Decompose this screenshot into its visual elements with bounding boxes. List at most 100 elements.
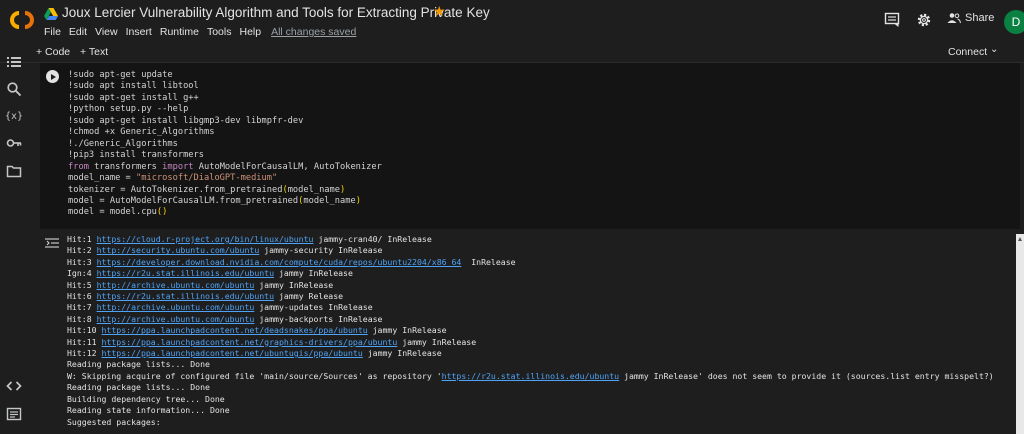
output-text: jammy-backports InRelease bbox=[254, 313, 383, 324]
code-line: from transformers import AutoModelForCau… bbox=[68, 161, 382, 172]
code-line: model = AutoModelForCausalLM.from_pretra… bbox=[68, 195, 361, 206]
output-line: Hit:10 https://ppa.launchpadcontent.net/… bbox=[67, 325, 994, 336]
terminal-icon[interactable] bbox=[6, 406, 22, 422]
output-line: Hit:1 https://cloud.r-project.org/bin/li… bbox=[67, 234, 994, 245]
output-line: Hit:8 http://archive.ubuntu.com/ubuntu j… bbox=[67, 314, 994, 325]
code-line: !sudo apt-get update bbox=[68, 70, 173, 80]
search-icon[interactable] bbox=[6, 81, 22, 97]
output-text: Hit:10 bbox=[67, 325, 102, 336]
menu-bar: File Edit View Insert Runtime Tools Help… bbox=[44, 26, 364, 38]
scroll-up-icon[interactable] bbox=[1018, 237, 1022, 241]
run-cell-button[interactable] bbox=[46, 70, 59, 83]
code-line: !./Generic_Algorithms bbox=[68, 138, 178, 149]
connect-button[interactable]: Connect bbox=[948, 46, 987, 58]
saved-status[interactable]: All changes saved bbox=[271, 26, 356, 38]
output-line: Reading package lists... Done bbox=[67, 359, 994, 370]
output-line: Hit:2 http://security.ubuntu.com/ubuntu … bbox=[67, 245, 994, 256]
share-button[interactable]: Share bbox=[947, 12, 994, 24]
output-text: jammy InRelease bbox=[397, 336, 477, 347]
secrets-key-icon[interactable] bbox=[6, 135, 22, 151]
output-text: jammy-cran40/ InRelease bbox=[313, 234, 432, 244]
menu-file[interactable]: File bbox=[44, 26, 61, 38]
drive-icon[interactable] bbox=[44, 8, 58, 20]
output-line: Hit:3 https://developer.download.nvidia.… bbox=[67, 257, 994, 268]
output-text: Reading state information... Done bbox=[67, 405, 230, 416]
cell-output: Hit:1 https://cloud.r-project.org/bin/li… bbox=[67, 234, 994, 428]
output-text: Hit:5 bbox=[67, 279, 97, 290]
output-actions-icon[interactable] bbox=[45, 238, 59, 248]
code-snippets-icon[interactable] bbox=[6, 378, 22, 394]
notebook-title[interactable]: Joux Lercier Vulnerability Algorithm and… bbox=[62, 5, 490, 20]
output-line: Building dependency tree... Done bbox=[67, 394, 994, 405]
output-line: Suggested packages: bbox=[67, 417, 994, 428]
output-link[interactable]: https://r2u.stat.illinois.edu/ubuntu bbox=[442, 371, 619, 381]
code-line: !python setup.py --help bbox=[68, 104, 189, 115]
output-line: W: Skipping acquire of configured file '… bbox=[67, 371, 994, 382]
output-text: W: Skipping acquire of configured file '… bbox=[67, 370, 442, 381]
gear-icon[interactable] bbox=[916, 12, 932, 28]
code-line: tokenizer = AutoTokenizer.from_pretraine… bbox=[68, 184, 346, 195]
folder-icon[interactable] bbox=[6, 163, 22, 179]
code-line: !sudo apt-get install g++ bbox=[68, 92, 199, 103]
output-link[interactable]: https://r2u.stat.illinois.edu/ubuntu bbox=[97, 291, 274, 301]
output-scrollbar[interactable] bbox=[1016, 234, 1024, 434]
output-link[interactable]: https://ppa.launchpadcontent.net/graphic… bbox=[102, 337, 398, 347]
code-editor[interactable]: !sudo apt-get update !sudo apt install li… bbox=[68, 70, 382, 219]
output-text: jammy-updates InRelease bbox=[254, 302, 373, 313]
colab-logo-icon[interactable] bbox=[8, 9, 36, 31]
output-line: Reading state information... Done bbox=[67, 405, 994, 416]
output-text: Ign:4 bbox=[67, 268, 97, 279]
output-text: Hit:6 bbox=[67, 291, 97, 302]
left-sidebar: {x} bbox=[0, 42, 28, 434]
output-line: Reading package lists... Done bbox=[67, 382, 994, 393]
add-text-button[interactable]: + Text bbox=[80, 46, 108, 58]
output-line: Hit:5 http://archive.ubuntu.com/ubuntu j… bbox=[67, 280, 994, 291]
output-line: Hit:6 https://r2u.stat.illinois.edu/ubun… bbox=[67, 291, 994, 302]
output-text: jammy InRelease' does not seem to provid… bbox=[619, 370, 994, 381]
output-text: Hit:1 bbox=[67, 234, 97, 244]
code-line: !chmod +x Generic_Algorithms bbox=[68, 127, 215, 138]
output-link[interactable]: http://archive.ubuntu.com/ubuntu bbox=[97, 302, 255, 312]
avatar[interactable]: D bbox=[1004, 10, 1024, 34]
add-code-button[interactable]: + Code bbox=[36, 46, 70, 58]
menu-runtime[interactable]: Runtime bbox=[160, 26, 199, 38]
code-line: !sudo apt-get install libgmp3-dev libmpf… bbox=[68, 115, 304, 126]
output-link[interactable]: https://ppa.launchpadcontent.net/deadsna… bbox=[102, 325, 368, 335]
output-link[interactable]: http://security.ubuntu.com/ubuntu bbox=[97, 245, 260, 255]
menu-insert[interactable]: Insert bbox=[126, 26, 152, 38]
output-link[interactable]: http://archive.ubuntu.com/ubuntu bbox=[97, 280, 255, 290]
notebook-toolbar: + Code + Text Connect ⌄ bbox=[0, 42, 1024, 63]
menu-tools[interactable]: Tools bbox=[207, 26, 232, 38]
code-line: !sudo apt install libtool bbox=[68, 81, 199, 92]
chevron-down-icon[interactable]: ⌄ bbox=[990, 44, 998, 55]
output-text: Hit:3 bbox=[67, 256, 97, 267]
output-text: jammy InRelease bbox=[367, 325, 447, 336]
code-line: model = model.cpu() bbox=[68, 207, 168, 218]
comment-icon[interactable] bbox=[884, 12, 900, 28]
people-icon bbox=[947, 13, 961, 24]
output-text: Hit:11 bbox=[67, 336, 102, 347]
share-label: Share bbox=[965, 12, 995, 24]
output-link[interactable]: https://cloud.r-project.org/bin/linux/ub… bbox=[97, 234, 314, 244]
output-text: jammy-security InRelease bbox=[259, 245, 383, 256]
output-link[interactable]: https://ppa.launchpadcontent.net/ubuntug… bbox=[102, 348, 363, 358]
output-text: jammy Release bbox=[274, 291, 344, 302]
star-icon[interactable]: ★ bbox=[433, 3, 446, 20]
output-text: jammy InRelease bbox=[274, 268, 353, 279]
output-text: Hit:7 bbox=[67, 302, 97, 313]
output-line: Ign:4 https://r2u.stat.illinois.edu/ubun… bbox=[67, 268, 994, 279]
header: Joux Lercier Vulnerability Algorithm and… bbox=[0, 0, 1024, 42]
output-link[interactable]: https://developer.download.nvidia.com/co… bbox=[97, 257, 462, 267]
code-line: !pip3 install transformers bbox=[68, 150, 204, 161]
output-link[interactable]: http://archive.ubuntu.com/ubuntu bbox=[97, 314, 255, 324]
table-of-contents-icon[interactable] bbox=[6, 54, 22, 70]
output-text: Hit:2 bbox=[67, 245, 97, 256]
output-link[interactable]: https://r2u.stat.illinois.edu/ubuntu bbox=[97, 268, 274, 278]
menu-edit[interactable]: Edit bbox=[69, 26, 87, 38]
output-text: Hit:8 bbox=[67, 313, 97, 324]
output-text: Reading package lists... Done bbox=[67, 382, 210, 393]
menu-view[interactable]: View bbox=[95, 26, 118, 38]
menu-help[interactable]: Help bbox=[239, 26, 261, 38]
variables-icon[interactable]: {x} bbox=[6, 107, 22, 123]
output-line: Hit:11 https://ppa.launchpadcontent.net/… bbox=[67, 337, 994, 348]
